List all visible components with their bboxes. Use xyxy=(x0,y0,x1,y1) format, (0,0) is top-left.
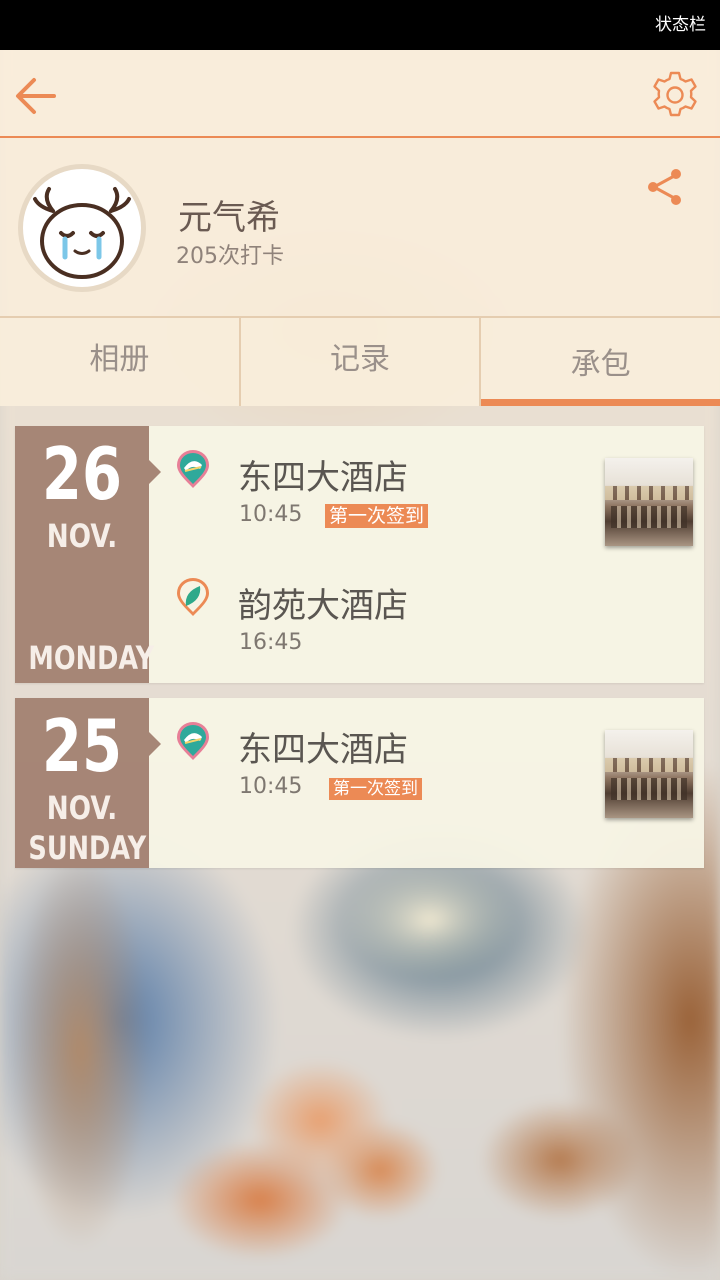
day-card: 25 NOV. SUNDAY 东四大酒店 10:45 第一次签到 xyxy=(15,698,704,868)
tab-contract[interactable]: 承包 xyxy=(481,318,720,406)
tab-album[interactable]: 相册 xyxy=(0,318,241,406)
sandwich-pin-icon xyxy=(177,722,209,760)
date-block: 26 NOV. MONDAY xyxy=(15,426,161,683)
hotel-name: 东四大酒店 xyxy=(238,730,408,770)
sandwich-pin-icon xyxy=(177,450,209,488)
cartoon-face-icon xyxy=(33,187,131,279)
arrow-left-icon xyxy=(16,78,56,114)
checkin-count: 205次打卡 xyxy=(176,244,284,269)
settings-button[interactable] xyxy=(650,70,700,120)
share-icon xyxy=(648,169,681,205)
checkin-time: 10:45 xyxy=(239,502,303,527)
checkin-entry[interactable]: 东四大酒店 10:45 第一次签到 xyxy=(175,428,695,546)
leaf-pin-icon xyxy=(177,578,209,616)
tab-records[interactable]: 记录 xyxy=(241,318,482,406)
avatar[interactable] xyxy=(18,164,146,292)
date-day: 25 xyxy=(41,704,123,788)
checkin-time: 16:45 xyxy=(239,630,303,655)
date-month: NOV. xyxy=(46,517,118,555)
username: 元气希 xyxy=(178,198,280,238)
date-block: 25 NOV. SUNDAY xyxy=(15,698,161,868)
date-weekday: MONDAY xyxy=(28,639,155,677)
hotel-photo[interactable] xyxy=(605,458,693,546)
checkin-time: 10:45 xyxy=(239,774,303,799)
date-day: 26 xyxy=(41,432,123,516)
tab-bar: 相册 记录 承包 xyxy=(0,316,720,406)
hotel-name: 东四大酒店 xyxy=(238,458,408,498)
top-bar xyxy=(0,50,720,138)
date-month: NOV. xyxy=(46,789,118,827)
share-button[interactable] xyxy=(642,164,688,210)
hotel-photo[interactable] xyxy=(605,730,693,818)
status-bar: 状态栏 xyxy=(0,0,720,50)
profile-header: 元气希 205次打卡 xyxy=(0,138,720,316)
checkin-entry[interactable]: 韵苑大酒店 16:45 xyxy=(175,556,695,666)
day-card: 26 NOV. MONDAY 东四大酒店 10:45 第一次签到 韵苑大酒店 1… xyxy=(15,426,704,683)
date-weekday: SUNDAY xyxy=(28,829,147,867)
gear-icon xyxy=(653,71,697,117)
back-button[interactable] xyxy=(12,72,60,120)
hotel-name: 韵苑大酒店 xyxy=(238,586,408,626)
first-checkin-badge: 第一次签到 xyxy=(325,504,429,528)
checkin-entry[interactable]: 东四大酒店 10:45 第一次签到 xyxy=(175,700,695,818)
first-checkin-badge: 第一次签到 xyxy=(329,778,422,800)
